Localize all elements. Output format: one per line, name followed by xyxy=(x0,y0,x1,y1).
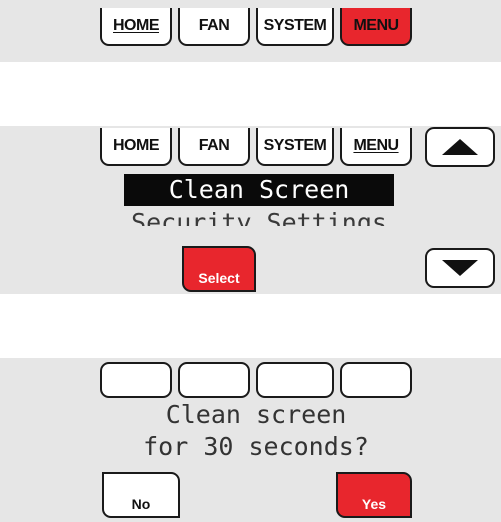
yes-button-label: Yes xyxy=(361,496,387,512)
screen-2-panel: HOME FAN SYSTEM MENU Clean Screen Securi… xyxy=(0,126,501,294)
no-button-label: No xyxy=(131,496,151,512)
blank-tab-2 xyxy=(178,362,250,398)
blank-tab-1 xyxy=(100,362,172,398)
no-button[interactable]: No xyxy=(102,472,180,518)
fan-tab-label: FAN xyxy=(198,137,230,154)
menu-tab[interactable]: MENU xyxy=(340,128,412,166)
triangle-up-icon xyxy=(442,139,478,155)
select-button[interactable]: Select xyxy=(182,246,256,292)
screen-3-panel: Clean screen for 30 seconds? No Yes xyxy=(0,358,501,522)
prompt-line-1-text: Clean screen xyxy=(165,400,347,429)
triangle-down-icon xyxy=(442,260,478,276)
blank-tab-3 xyxy=(256,362,334,398)
menu-item-clean-screen[interactable]: Clean Screen xyxy=(124,175,394,205)
menu-tab-label: MENU xyxy=(353,17,399,34)
scroll-down-button[interactable] xyxy=(425,248,495,288)
system-tab[interactable]: SYSTEM xyxy=(256,8,334,46)
system-tab-label: SYSTEM xyxy=(263,137,327,154)
home-tab-label: HOME xyxy=(113,17,160,34)
prompt-line-1: Clean screen xyxy=(100,400,412,430)
screen-1-panel: HOME FAN SYSTEM MENU xyxy=(0,0,501,62)
home-tab[interactable]: HOME xyxy=(100,128,172,166)
scroll-up-button[interactable] xyxy=(425,127,495,167)
menu-item-clean-screen-label: Clean Screen xyxy=(168,175,350,204)
fan-tab[interactable]: FAN xyxy=(178,128,250,166)
blank-tab-4 xyxy=(340,362,412,398)
prompt-line-2-text: for 30 seconds? xyxy=(143,432,369,461)
fan-tab[interactable]: FAN xyxy=(178,8,250,46)
system-tab[interactable]: SYSTEM xyxy=(256,128,334,166)
select-button-label: Select xyxy=(198,270,240,286)
menu-item-security-settings[interactable]: Security Settings xyxy=(124,208,394,226)
menu-tab-label: MENU xyxy=(353,137,399,154)
home-tab-label: HOME xyxy=(113,137,160,154)
menu-item-next-clip: Security Settings xyxy=(124,208,394,226)
home-tab[interactable]: HOME xyxy=(100,8,172,46)
prompt-line-2: for 30 seconds? xyxy=(100,432,412,462)
menu-tab[interactable]: MENU xyxy=(340,8,412,46)
menu-item-security-settings-label: Security Settings xyxy=(131,208,387,226)
yes-button[interactable]: Yes xyxy=(336,472,412,518)
fan-tab-label: FAN xyxy=(198,17,230,34)
system-tab-label: SYSTEM xyxy=(263,17,327,34)
